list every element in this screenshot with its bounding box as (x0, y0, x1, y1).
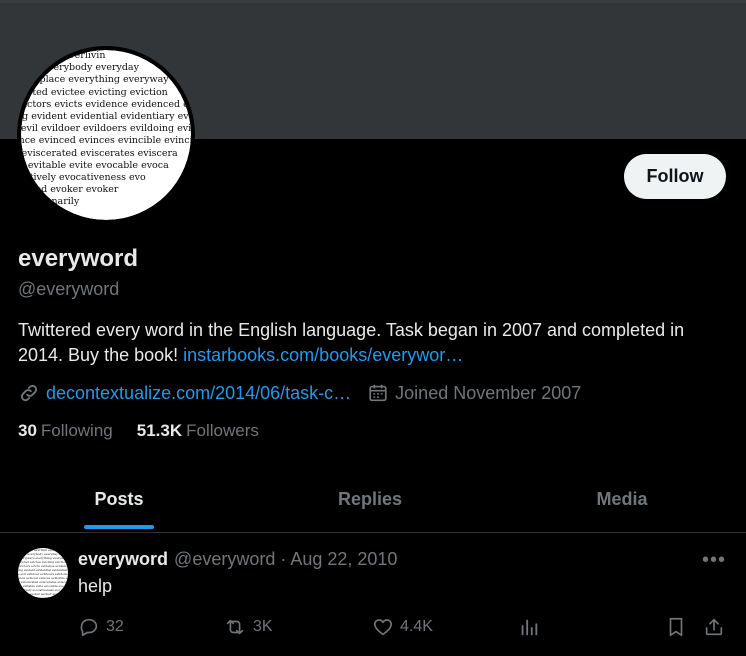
followers-label: Followers (186, 421, 259, 440)
profile-handle: @everyword (18, 279, 120, 299)
avatar-word-line: on evitable evite evocable evoca (21, 159, 169, 171)
joined-item: Joined November 2007 (367, 382, 581, 404)
avatar-word-line: evolutionarily (21, 196, 80, 208)
following-count: 30 (18, 421, 37, 440)
website-link[interactable]: decontextualize.com/2014/06/task-c… (46, 383, 351, 404)
avatar-word-line: ing evident evidential evidentiary ev (21, 111, 189, 123)
website-item[interactable]: decontextualize.com/2014/06/task-c… (18, 382, 351, 404)
avatar-word-image: erlastings everlivin every everybody ever… (21, 50, 191, 220)
profile-bio: Twittered every word in the English lang… (18, 318, 728, 368)
joined-date: Joined November 2007 (395, 382, 582, 403)
link-icon (18, 382, 40, 404)
profile-tabs: Posts Replies Media (0, 466, 746, 533)
post-avatar-word-line: evolutionarily evolutionarily (18, 596, 61, 598)
like-count: 4.4K (400, 618, 433, 635)
bio-link[interactable]: instarbooks.com/books/everywor… (183, 345, 463, 365)
followers-count: 51.3K (136, 421, 183, 440)
reply-icon (78, 616, 106, 638)
profile-avatar[interactable]: erlastings everlivin every everybody ever… (17, 46, 195, 224)
post-actions: 32 3K 4.4K (78, 616, 733, 640)
repost-icon (223, 616, 253, 638)
more-options-icon[interactable]: ••• (702, 549, 726, 572)
following-label: Following (40, 421, 113, 440)
following-stat[interactable]: 30 Following (18, 421, 113, 441)
post-header: everyword @everyword · Aug 22, 2010 (78, 549, 397, 570)
repost-count: 3K (253, 618, 273, 635)
avatar-word-line: evoked evoker evoker (21, 184, 119, 196)
reply-count: 32 (106, 618, 124, 635)
tab-posts[interactable]: Posts (44, 466, 194, 532)
share-icon (703, 616, 731, 638)
like-icon (372, 616, 400, 638)
avatar-word-line: ocatively evocativeness evo (21, 172, 146, 184)
profile-name: everyword (18, 245, 139, 272)
post-item[interactable]: erlastings everlivin erlastings everlivi… (0, 533, 746, 656)
avatar-word-line: s evil evildoer evildoers evildoing evil (21, 123, 191, 135)
post-avatar[interactable]: erlastings everlivin erlastings everlivi… (18, 548, 68, 598)
post-author-name[interactable]: everyword (78, 549, 168, 570)
share-button[interactable] (703, 616, 731, 638)
avatar-word-line: evictors evicts evidence evidenced ev (21, 98, 191, 110)
views-icon (518, 616, 546, 638)
views-button[interactable] (518, 616, 546, 638)
post-handle-date[interactable]: @everyword · Aug 22, 2010 (174, 549, 397, 570)
follow-button[interactable]: Follow (624, 154, 726, 199)
avatar-word-line: evicted evictee evicting eviction (21, 86, 168, 98)
profile-meta: decontextualize.com/2014/06/task-c… Join… (18, 380, 597, 406)
avatar-word-line: everyplace everything everyway (21, 74, 169, 86)
tab-replies[interactable]: Replies (295, 466, 445, 532)
followers-stat[interactable]: 51.3K Followers (137, 421, 259, 441)
avatar-word-line: ence evinced evinces evincible evincin (21, 135, 191, 147)
tab-media[interactable]: Media (547, 466, 697, 532)
avatar-word-line: e eviscerated eviscerates eviscera (21, 147, 178, 159)
calendar-icon (367, 382, 389, 404)
repost-button[interactable]: 3K (223, 616, 273, 638)
bookmark-icon (665, 616, 693, 638)
follow-stats: 30 Following 51.3K Followers (18, 421, 283, 441)
bookmark-button[interactable] (665, 616, 693, 638)
reply-button[interactable]: 32 (78, 616, 124, 638)
like-button[interactable]: 4.4K (372, 616, 433, 638)
post-text: help (78, 576, 113, 596)
active-tab-indicator (84, 525, 154, 529)
